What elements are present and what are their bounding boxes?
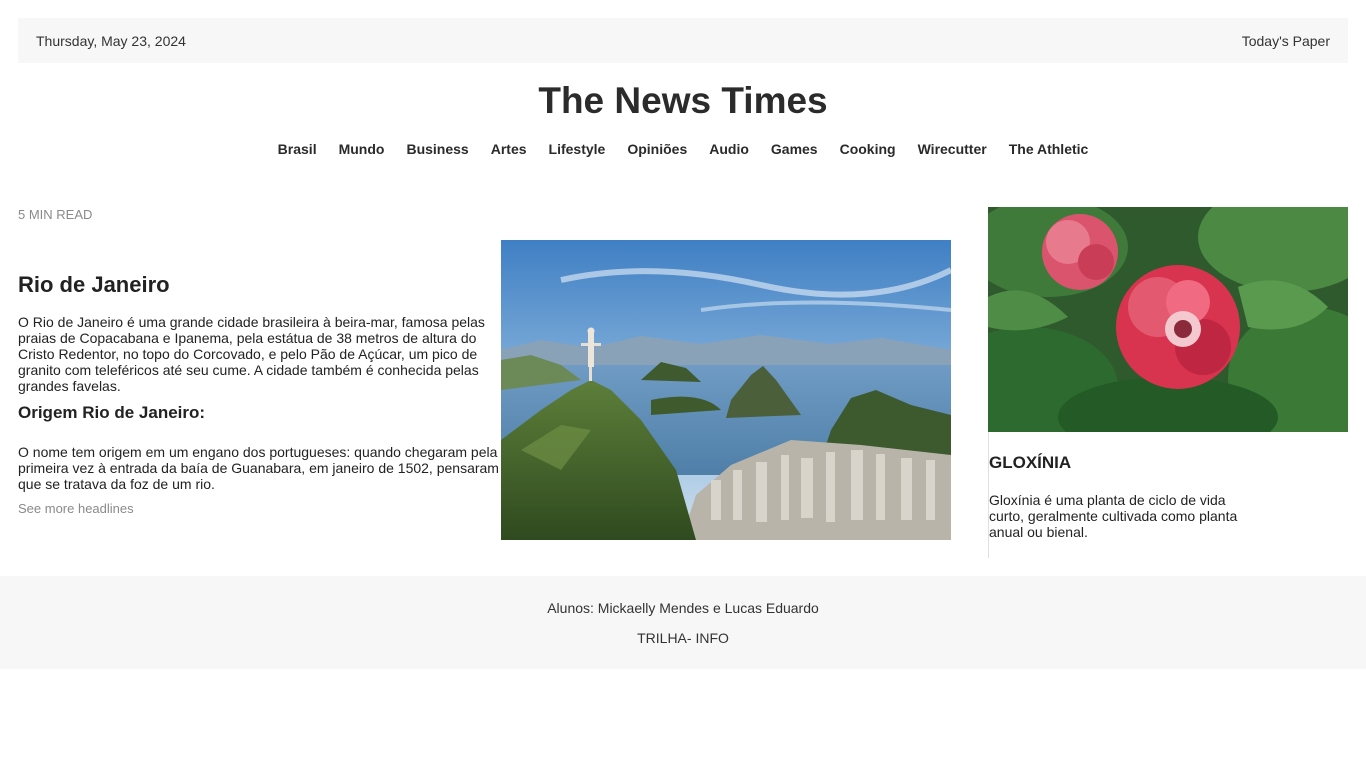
top-bar: Thursday, May 23, 2024 Today's Paper: [18, 18, 1348, 63]
read-time-label: 5 MIN READ: [18, 207, 93, 222]
side-article-body: Gloxínia é uma planta de ciclo de vida c…: [989, 492, 1238, 540]
main-navigation: Brasil Mundo Business Artes Lifestyle Op…: [0, 139, 1366, 159]
rio-de-janeiro-image: [501, 240, 951, 540]
article-body: O Rio de Janeiro é uma grande cidade bra…: [18, 314, 485, 394]
nav-item-cooking[interactable]: Cooking: [840, 139, 896, 159]
nav-item-mundo[interactable]: Mundo: [339, 139, 385, 159]
todays-paper-link[interactable]: Today's Paper: [1242, 33, 1330, 49]
main-article: Rio de Janeiro O Rio de Janeiro é uma gr…: [18, 270, 500, 518]
nav-item-wirecutter[interactable]: Wirecutter: [918, 139, 987, 159]
side-article: GLOXÍNIA Gloxínia é uma planta de ciclo …: [988, 207, 1348, 558]
side-article-title[interactable]: GLOXÍNIA: [989, 452, 1348, 474]
nav-item-brasil[interactable]: Brasil: [278, 139, 317, 159]
current-date: Thursday, May 23, 2024: [36, 32, 186, 49]
site-title[interactable]: The News Times: [0, 78, 1366, 124]
footer-track: TRILHA- INFO: [637, 630, 729, 646]
article-title[interactable]: Rio de Janeiro: [18, 270, 500, 300]
nav-item-the-athletic[interactable]: The Athletic: [1009, 139, 1089, 159]
nav-item-audio[interactable]: Audio: [709, 139, 749, 159]
see-more-headlines-link[interactable]: See more headlines: [18, 501, 134, 516]
article-subtitle: Origem Rio de Janeiro:: [18, 403, 206, 422]
article-origin-text: O nome tem origem em um engano dos portu…: [18, 444, 499, 492]
nav-item-lifestyle[interactable]: Lifestyle: [549, 139, 606, 159]
nav-item-games[interactable]: Games: [771, 139, 818, 159]
nav-item-business[interactable]: Business: [406, 139, 468, 159]
footer-students: Alunos: Mickaelly Mendes e Lucas Eduardo: [547, 600, 819, 616]
gloxinia-image: [988, 207, 1348, 432]
nav-item-opinioes[interactable]: Opiniões: [627, 139, 687, 159]
nav-item-artes[interactable]: Artes: [491, 139, 527, 159]
footer: Alunos: Mickaelly Mendes e Lucas Eduardo…: [0, 576, 1366, 669]
